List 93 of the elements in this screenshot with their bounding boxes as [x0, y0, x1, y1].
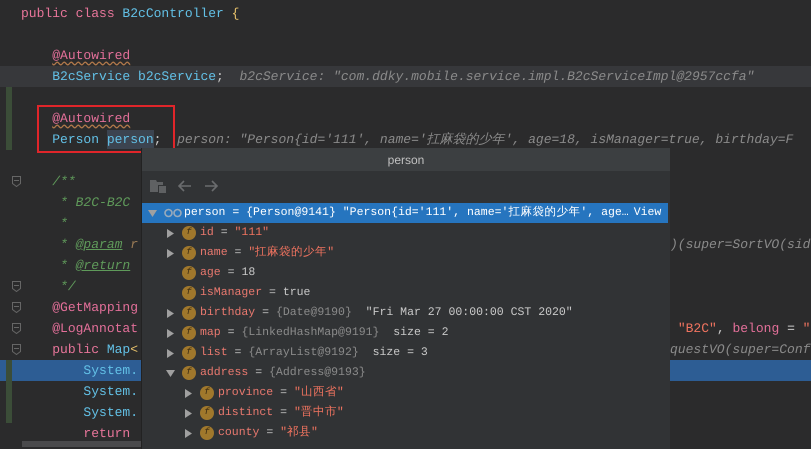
tree-row[interactable]: f age = 18	[142, 263, 668, 283]
code-token: "B2C"	[678, 320, 717, 338]
field-icon: f	[182, 226, 196, 240]
tree-row[interactable]: f county = "祁县"	[142, 423, 668, 443]
code-token: "	[802, 320, 810, 338]
tree-row[interactable]: f birthday = {Date@9190} "Fri Mar 27 00:00:00 CST 2020"	[142, 303, 668, 323]
variable-entry: person = {Person@9141} "Person{id='111', name='扛麻袋的少年', age…	[184, 204, 629, 222]
tree-row[interactable]: f address = {Address@9193}	[142, 363, 668, 383]
forward-arrow-icon[interactable]	[204, 180, 218, 192]
fold-icon[interactable]	[12, 323, 21, 334]
comment-text: /**	[52, 172, 76, 191]
code-token: B2cService b2cService	[52, 68, 216, 86]
expand-arrow-icon[interactable]	[184, 408, 193, 418]
expand-arrow-icon[interactable]	[184, 428, 193, 438]
variable-entry: county = "祁县"	[218, 424, 318, 442]
tree-row[interactable]: f distinct = "晋中市"	[142, 403, 668, 423]
code-token: System.	[83, 362, 138, 380]
variable-entry: id = "111"	[200, 225, 270, 242]
expand-arrow-icon[interactable]	[184, 388, 193, 398]
comment-text: @return	[76, 256, 130, 275]
expand-arrow-icon[interactable]	[166, 228, 175, 238]
comment-text: *	[60, 214, 68, 233]
inline-value-hint: questVO(super=Conf	[670, 340, 810, 359]
field-icon: f	[182, 306, 196, 320]
code-token: return	[83, 424, 130, 443]
field-icon: f	[200, 426, 214, 440]
popup-title: person	[142, 148, 670, 171]
variable-entry: name = "扛麻袋的少年"	[200, 244, 334, 262]
code-token: ;	[154, 130, 162, 149]
fold-icon[interactable]	[12, 344, 21, 355]
variable-entry: map = {LinkedHashMap@9191} size = 2	[200, 325, 448, 342]
comment-text: @param	[76, 236, 122, 254]
variable-entry: isManager = true	[200, 285, 310, 302]
inline-value-hint: b2cService: "com.ddky.mobile.service.impl.B2cServiceImpl@2957ccfa"	[239, 68, 754, 86]
expand-arrow-icon[interactable]	[166, 328, 175, 338]
comment-text: *	[60, 236, 69, 254]
code-token: =	[787, 320, 796, 338]
field-icon: f	[182, 246, 196, 260]
inline-value-hint: )(super=SortVO(sid	[670, 236, 810, 254]
variable-entry: birthday = {Date@9190} "Fri Mar 27 00:00:00 CST 2020"	[200, 305, 573, 322]
variable-entry: list = {ArrayList@9192} size = 3	[200, 345, 428, 362]
code-token: belong	[732, 320, 780, 338]
code-token: System.	[83, 382, 138, 401]
code-token: Person	[52, 130, 100, 149]
comment-text: *	[60, 256, 69, 275]
folder-icon[interactable]	[150, 179, 166, 193]
horizontal-scrollbar-thumb[interactable]	[22, 441, 142, 447]
tree-row[interactable]: f map = {LinkedHashMap@9191} size = 2	[142, 323, 668, 343]
back-arrow-icon[interactable]	[178, 180, 192, 192]
code-token: @Autowired	[52, 110, 130, 128]
fold-icon[interactable]	[12, 176, 21, 187]
variable-entry: address = {Address@9193}	[200, 365, 366, 382]
code-token: B2cController	[122, 4, 224, 23]
code-token: @Autowired	[52, 46, 130, 65]
field-icon: f	[182, 346, 196, 360]
code-token: person	[106, 130, 154, 150]
fold-icon[interactable]	[12, 302, 21, 313]
tree-row[interactable]: person = {Person@9141} "Person{id='111', name='扛麻袋的少年', age… View	[142, 203, 668, 223]
tree-row[interactable]: f list = {ArrayList@9192} size = 3	[142, 343, 668, 363]
fold-icon[interactable]	[12, 281, 21, 292]
field-icon: f	[182, 326, 196, 340]
comment-text: */	[60, 278, 76, 296]
code-token: public	[52, 340, 100, 359]
comment-text: r	[130, 236, 138, 254]
field-icon: f	[200, 386, 214, 400]
view-link[interactable]: View	[634, 204, 662, 222]
code-token: ;	[216, 68, 224, 86]
field-icon: f	[182, 366, 196, 380]
code-token: ,	[716, 320, 726, 338]
code-token: <	[130, 340, 138, 359]
expand-arrow-icon[interactable]	[166, 248, 175, 258]
tree-row[interactable]: f province = "山西省"	[142, 383, 668, 403]
variable-entry: age = 18	[200, 265, 256, 282]
tree-row[interactable]: f isManager = true	[142, 283, 668, 303]
variable-entry: province = "山西省"	[218, 384, 344, 402]
expand-arrow-icon[interactable]	[166, 348, 175, 358]
code-token: {	[232, 4, 240, 23]
code-token: @GetMapping	[52, 298, 138, 317]
collapse-arrow-icon[interactable]	[166, 368, 175, 378]
code-token: @LogAnnotat	[52, 320, 138, 338]
field-icon: f	[182, 286, 196, 300]
inline-value-hint: person: "Person{id='111', name='扛麻袋的少年', age=18, isManager=true, birthday=F	[177, 130, 794, 149]
field-icon: f	[200, 406, 214, 420]
comment-text: * B2C-B2C	[60, 194, 130, 212]
field-icon: f	[182, 266, 196, 280]
code-token: System.	[83, 404, 138, 422]
expand-arrow-icon[interactable]	[166, 308, 175, 318]
code-token: Map	[106, 340, 130, 359]
variable-entry: distinct = "晋中市"	[218, 404, 344, 422]
code-token: public class	[21, 4, 116, 23]
watch-glasses-icon	[164, 208, 182, 218]
tree-row[interactable]: f name = "扛麻袋的少年"	[142, 243, 668, 263]
tree-row[interactable]: f id = "111"	[142, 223, 668, 243]
